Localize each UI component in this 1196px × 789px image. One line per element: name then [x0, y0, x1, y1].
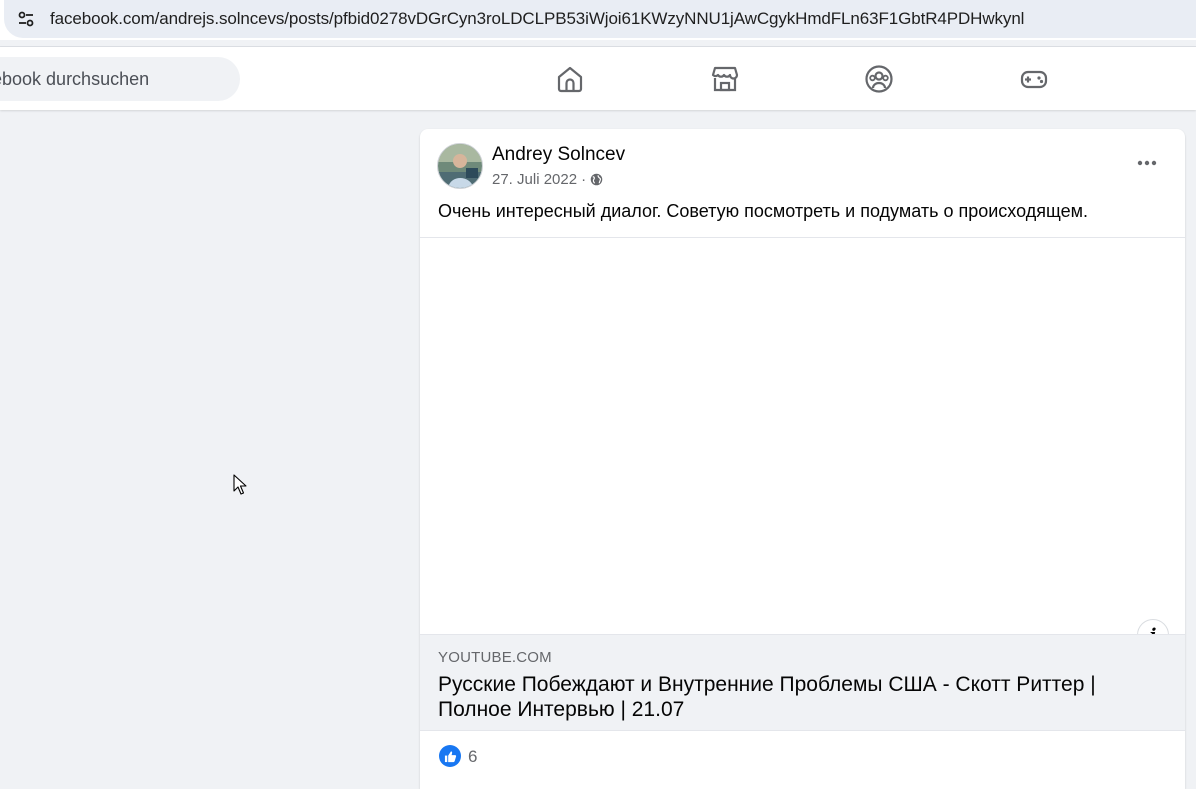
avatar[interactable] [437, 143, 483, 189]
link-title[interactable]: Русские Побеждают и Внутренние Проблемы … [438, 672, 1158, 722]
link-domain: YOUTUBE.COM [438, 649, 552, 666]
marketplace-icon[interactable] [707, 61, 743, 97]
reactions-bar: 6 [420, 730, 1185, 789]
meta-separator: · [581, 171, 587, 188]
like-count[interactable]: 6 [468, 747, 477, 767]
post-date[interactable]: 27. Juli 2022 [492, 171, 577, 188]
browser-address-bar: facebook.com/andrejs.solncevs/posts/pfbi… [0, 0, 1196, 40]
search-input[interactable] [0, 68, 240, 90]
tune-icon[interactable] [8, 1, 44, 37]
like-reaction-icon[interactable] [439, 745, 461, 767]
author-name[interactable]: Andrey Solncev [492, 144, 625, 166]
post-card: Andrey Solncev 27. Juli 2022 · Очень инт… [420, 129, 1185, 789]
mouse-cursor-icon [233, 474, 247, 496]
globe-icon[interactable] [590, 173, 603, 186]
gaming-icon[interactable] [1016, 61, 1052, 97]
more-options-button[interactable] [1129, 149, 1165, 177]
post-text: Очень интересный диалог. Советую посмотр… [438, 201, 1088, 221]
facebook-header [0, 47, 1196, 110]
url-text[interactable]: facebook.com/andrejs.solncevs/posts/pfbi… [50, 9, 1024, 29]
url-field[interactable]: facebook.com/andrejs.solncevs/posts/pfbi… [4, 0, 1196, 38]
post-meta: 27. Juli 2022 · [492, 171, 603, 188]
link-preview[interactable]: YOUTUBE.COM Русские Побеждают и Внутренн… [420, 634, 1185, 730]
search-box[interactable] [0, 57, 240, 101]
home-icon[interactable] [552, 61, 588, 97]
groups-icon[interactable] [861, 61, 897, 97]
video-embed[interactable] [420, 238, 1185, 634]
